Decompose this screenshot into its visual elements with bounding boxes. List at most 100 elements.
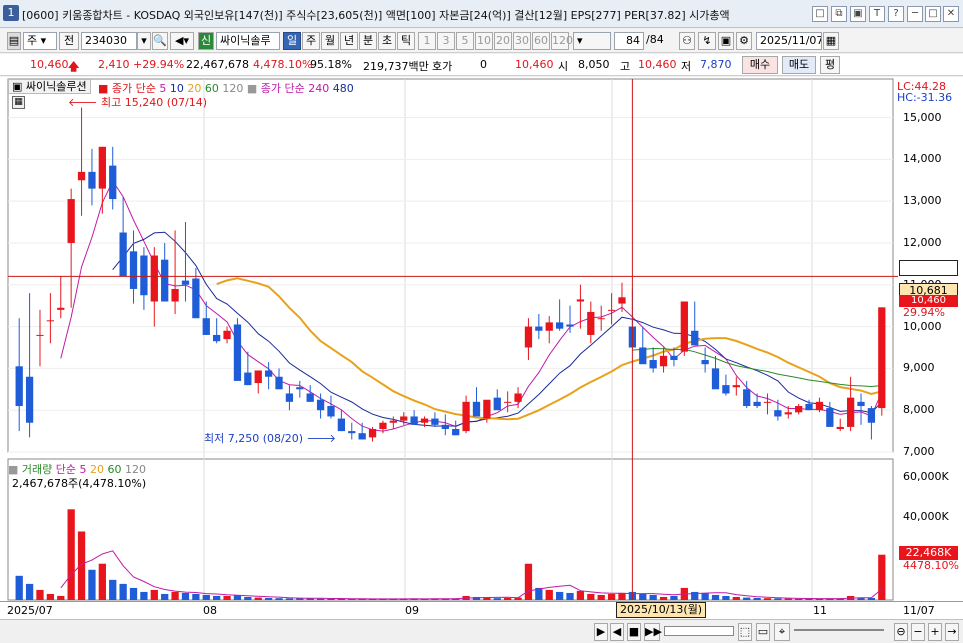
interval-tab-5[interactable]: 5	[456, 32, 474, 50]
interval-tab-3[interactable]: 3	[437, 32, 455, 50]
turnover-rate: 95.18%	[310, 58, 352, 71]
eval-button[interactable]: 평	[820, 56, 840, 74]
candle-body-64	[680, 301, 688, 352]
y-tick-2: 13,000	[903, 194, 942, 208]
gear-icon[interactable]: ⚙	[736, 32, 752, 50]
interval-tab-60[interactable]: 60	[532, 32, 550, 50]
period-tab-1[interactable]: 주	[302, 32, 320, 50]
period-tab-2[interactable]: 월	[321, 32, 339, 50]
price-change-pct: +29.94%	[133, 58, 185, 71]
save-icon[interactable]: ▣	[718, 32, 734, 50]
binoculars-icon[interactable]: ⚇	[679, 32, 695, 50]
interval-tab-30[interactable]: 30	[513, 32, 531, 50]
help-icon[interactable]: ?	[888, 6, 904, 22]
candle-body-81	[857, 401, 865, 407]
price-chart-svg[interactable]	[0, 77, 963, 602]
layout-icon[interactable]: ▭	[756, 623, 770, 641]
stop-icon[interactable]: ■	[627, 623, 641, 641]
volume-bar-83	[878, 554, 886, 600]
candle-body-78	[826, 408, 834, 427]
search-icon[interactable]: 🔍	[152, 32, 168, 50]
candle-body-57	[607, 309, 616, 311]
window-tile-icon[interactable]: ⧉	[831, 6, 847, 22]
period-tab-4[interactable]: 분	[359, 32, 377, 50]
candle-body-9	[109, 165, 117, 200]
window-save-icon[interactable]: ▣	[850, 6, 866, 22]
open-label: 시	[558, 60, 569, 73]
minimize-icon[interactable]: ─	[907, 6, 923, 22]
font-icon[interactable]: T	[869, 6, 885, 22]
low-annotation: 최저 7,250 (08/20) 🡒	[204, 432, 337, 445]
tool-icon[interactable]: ⌖	[774, 623, 790, 641]
candle-body-4	[57, 307, 65, 310]
zoom-out-icon[interactable]: −	[911, 623, 925, 641]
volume-bar-54	[576, 590, 585, 600]
scroll-prev-icon[interactable]: ▶	[594, 623, 608, 641]
chart-tool-icon[interactable]: ↯	[698, 32, 716, 50]
ma20-line	[216, 277, 883, 421]
quote-bar: 10,460 🡅 2,410 +29.94% 22,467,678 4,478.…	[0, 54, 963, 76]
volume-bar-69	[732, 596, 740, 600]
interval-tab-120[interactable]: 120	[551, 32, 573, 50]
volume-bar-70	[743, 597, 751, 600]
zoom-fit-icon[interactable]: ⬚	[738, 623, 752, 641]
period-tab-0[interactable]: 일	[283, 32, 301, 50]
volume-bar-1	[25, 583, 34, 600]
interval-tab-20[interactable]: 20	[494, 32, 512, 50]
zoom-in-icon[interactable]: +	[928, 623, 942, 641]
count-input[interactable]: 84	[614, 32, 644, 50]
hoga-value: 0	[480, 58, 487, 71]
zoom-reset-icon[interactable]: ⊖	[894, 623, 908, 641]
candle-body-6	[77, 171, 86, 181]
volume-bar-17	[192, 593, 200, 600]
volume-bar-20	[223, 595, 231, 600]
interval-tab-1[interactable]: 1	[418, 32, 436, 50]
zoom-slider[interactable]	[794, 629, 884, 631]
interval-input[interactable]: ▾	[573, 32, 611, 50]
interval-tab-10[interactable]: 10	[475, 32, 493, 50]
period-tab-3[interactable]: 년	[340, 32, 358, 50]
candle-body-27	[296, 387, 304, 390]
date-input[interactable]: 2025/11/07	[756, 32, 822, 50]
candle-body-2	[36, 334, 44, 336]
last-pct-tag: 29.94%	[903, 306, 945, 319]
candle-body-16	[181, 280, 190, 285]
period-tab-6[interactable]: 틱	[397, 32, 415, 50]
sin-button[interactable]: 신	[198, 32, 214, 50]
vol-last-tag: 22,468K	[899, 546, 958, 560]
grid-toggle-icon[interactable]: ▦	[12, 96, 25, 109]
drag-handle-icon[interactable]: ▤	[7, 32, 21, 50]
calendar-icon[interactable]: ▦	[823, 32, 839, 50]
volume-bar-57	[607, 593, 616, 600]
chart-area[interactable]: ▣ 싸이닉솔루션 ■ 종가 단순 5 10 20 60 120 ■ 종가 단순 …	[0, 77, 963, 602]
stock-code-input[interactable]: 234030	[81, 32, 137, 50]
window-copy-icon[interactable]: □	[812, 6, 828, 22]
volume-bar-72	[763, 598, 772, 600]
fast-forward-icon[interactable]: ▶▶	[644, 623, 662, 641]
y-tick-6: 9,000	[903, 361, 935, 375]
period-mode-select[interactable]: 주 ▾	[23, 32, 57, 50]
period-tab-5[interactable]: 초	[378, 32, 396, 50]
sound-icon[interactable]: ◀▾	[170, 32, 194, 50]
y-tick-3: 12,000	[903, 235, 942, 249]
candle-body-17	[192, 278, 200, 319]
close-icon[interactable]: ✕	[943, 6, 959, 22]
expand-icon[interactable]: →	[945, 623, 959, 641]
sell-button[interactable]: 매도	[782, 56, 816, 74]
scroll-track[interactable]	[664, 626, 734, 636]
maximize-icon[interactable]: □	[925, 6, 941, 22]
prev-button[interactable]: 전	[59, 32, 79, 50]
volume-bar-82	[867, 597, 876, 600]
candle-body-5	[67, 199, 75, 243]
buy-button[interactable]: 매수	[742, 56, 778, 74]
candle-body-11	[129, 251, 138, 289]
candle-body-31	[337, 418, 346, 432]
candle-body-23	[254, 370, 262, 384]
candle-body-71	[753, 401, 761, 407]
scroll-back-icon[interactable]: ◀	[610, 623, 624, 641]
candle-body-26	[285, 393, 294, 402]
candle-body-52	[555, 322, 564, 329]
code-dropdown-icon[interactable]: ▾	[137, 32, 151, 50]
candle-body-32	[348, 431, 356, 434]
toolbar: ▤ 주 ▾ 전 234030 ▾ 🔍 ◀▾ 신 싸이닉솔루 일주월년분초틱 13…	[0, 29, 963, 53]
